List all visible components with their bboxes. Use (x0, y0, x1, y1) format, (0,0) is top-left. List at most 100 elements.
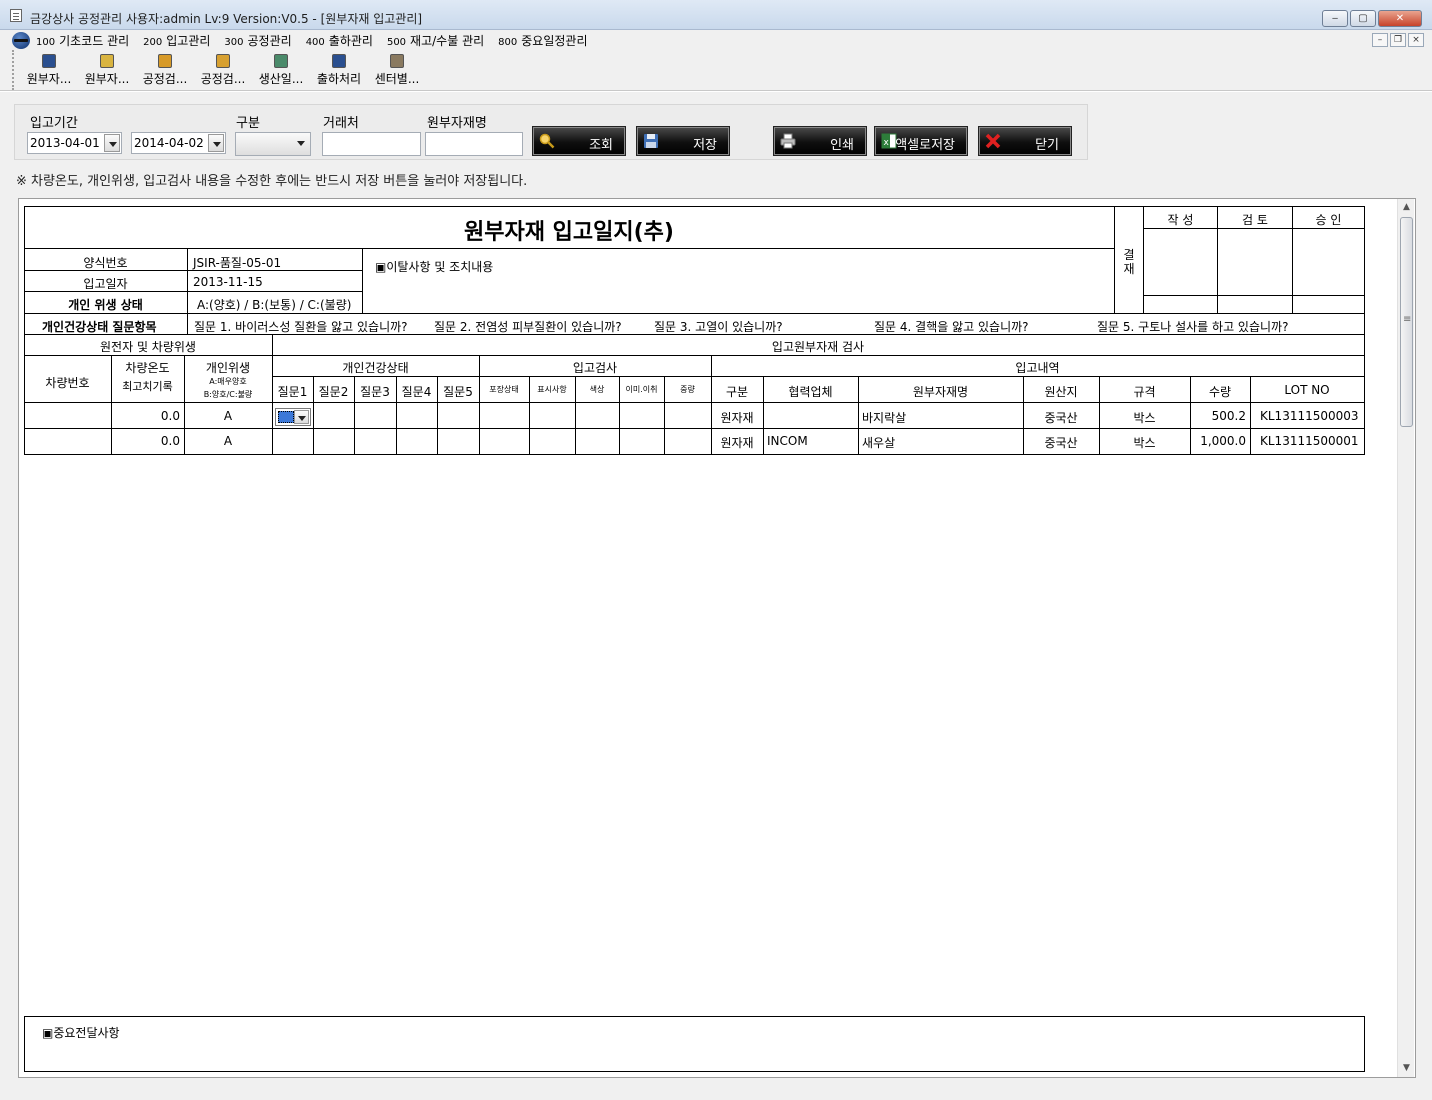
row1-material: 바지락살 (862, 411, 907, 425)
chevron-down-icon[interactable] (293, 134, 309, 152)
menu-code: 400 (305, 37, 325, 48)
row1-temp[interactable]: 0.0 (111, 409, 184, 423)
toolbar-label: 생산일... (258, 72, 304, 86)
important-notes-box[interactable] (24, 1016, 1365, 1072)
grid-line (1364, 206, 1365, 455)
search-icon (539, 133, 555, 149)
chevron-down-icon[interactable] (208, 134, 224, 152)
col-spec: 규격 (1133, 385, 1156, 399)
menu-label: 중요일정관리 (521, 34, 588, 48)
toolbar-process-check-2[interactable]: 공정검... (194, 50, 252, 88)
login-icon (42, 54, 56, 68)
col-origin: 원산지 (1044, 385, 1078, 399)
menu-basic-code[interactable]: 100 기초코드 관리 (36, 32, 129, 49)
toolbar-label: 공정검... (200, 72, 246, 86)
title-bar: 금강상사 공정관리 사용자:admin Lv:9 Version:V0.5 - … (0, 0, 1432, 30)
toolbar-by-center[interactable]: 센터별... (368, 50, 426, 88)
menu-process[interactable]: 300 공정관리 (224, 32, 291, 49)
date-to-value: 2014-04-02 (134, 136, 204, 150)
col-hygiene-3: B:양호/C:불량 (203, 390, 253, 399)
mdi-child-icon[interactable] (12, 32, 30, 49)
print-button-label: 인쇄 (830, 138, 854, 153)
vendor-input[interactable] (322, 132, 421, 156)
row1-type: 원자재 (720, 411, 754, 425)
category-select[interactable] (235, 132, 311, 156)
printer-icon (780, 133, 796, 149)
floppy-icon (644, 134, 658, 148)
row1-spec: 박스 (1133, 411, 1156, 425)
material-label: 원부자재명 (427, 116, 487, 131)
row2-hygiene[interactable]: A (184, 434, 272, 448)
menu-inventory[interactable]: 500 재고/수불 관리 (387, 32, 484, 49)
material-input[interactable] (425, 132, 523, 156)
svg-text:x: x (884, 138, 890, 148)
row2-material: 새우살 (862, 436, 896, 450)
date-to-picker[interactable]: 2014-04-02 (131, 132, 226, 154)
date-from-picker[interactable]: 2013-04-01 (27, 132, 122, 154)
menu-code: 300 (224, 37, 244, 48)
date-label: 입고일자 (83, 277, 128, 291)
grid-line (187, 248, 188, 314)
form-no-value: JSIR-품질-05-01 (193, 256, 282, 270)
row2-temp[interactable]: 0.0 (111, 434, 184, 448)
vertical-scrollbar[interactable]: ▲ ▼ (1397, 199, 1414, 1077)
close-window-button[interactable]: ✕ (1378, 10, 1422, 27)
report-title: 원부자재 입고일지(추) (464, 220, 674, 245)
mdi-minimize-button[interactable]: – (1372, 33, 1388, 47)
question-5: 질문 5. 구토나 설사를 하고 있습니까? (1097, 320, 1289, 334)
category-label: 구분 (236, 116, 260, 131)
toolbar-production-log[interactable]: 생산일... (252, 50, 310, 88)
date-from-value: 2013-04-01 (30, 136, 100, 150)
maximize-button[interactable]: ▢ (1350, 10, 1376, 27)
scroll-down-arrow-icon[interactable]: ▼ (1398, 1060, 1415, 1077)
col-q5: 질문5 (443, 385, 473, 399)
close-icon (985, 133, 1001, 149)
col-q1: 질문1 (277, 385, 308, 399)
row1-q1-dropdown[interactable] (275, 408, 311, 426)
mdi-close-button[interactable]: × (1408, 33, 1424, 47)
mdi-restore-button[interactable]: ❐ (1390, 33, 1406, 47)
col-labeling: 표시사항 (537, 385, 567, 394)
box-icon (158, 54, 172, 68)
save-button-label: 저장 (693, 138, 717, 153)
print-button[interactable]: 인쇄 (773, 126, 867, 156)
question-2: 질문 2. 전염성 피부질환이 있습니까? (434, 320, 622, 334)
toolbar: 원부자... 원부자... 공정검... 공정검... 생산일... 출하처리 … (12, 50, 428, 90)
important-notes-label: ▣중요전달사항 (42, 1026, 120, 1040)
scroll-thumb[interactable] (1400, 217, 1413, 427)
menu-incoming[interactable]: 200 입고관리 (143, 32, 210, 49)
toolbar-process-check-1[interactable]: 공정검... (136, 50, 194, 88)
menu-shipping[interactable]: 400 출하관리 (306, 32, 373, 49)
row2-lot: KL13111500001 (1260, 434, 1359, 448)
menu-schedule[interactable]: 800 중요일정관리 (498, 32, 587, 49)
chevron-down-icon[interactable] (294, 410, 309, 424)
row1-hygiene[interactable]: A (184, 409, 272, 423)
menu-label: 기초코드 관리 (59, 34, 130, 48)
close-button-label: 닫기 (1035, 138, 1059, 153)
scroll-up-arrow-icon[interactable]: ▲ (1398, 199, 1415, 216)
col-vehicle-no: 차량번호 (45, 376, 90, 390)
approval-label: 결재 (1120, 248, 1138, 276)
toolbar-shipping[interactable]: 출하처리 (310, 50, 368, 88)
layers-icon (390, 54, 404, 68)
search-button-label: 조회 (589, 138, 613, 153)
logout-icon (332, 54, 346, 68)
chevron-down-icon[interactable] (104, 134, 120, 152)
toolbar-incoming-materials-2[interactable]: 원부자... (78, 50, 136, 88)
col-foreign-odor: 이미.이취 (625, 385, 658, 394)
save-button[interactable]: 저장 (636, 126, 730, 156)
minimize-button[interactable]: ‒ (1322, 10, 1348, 27)
menu-code: 200 (143, 37, 163, 48)
document-icon (100, 54, 114, 68)
col-packaging: 포장상태 (489, 385, 519, 394)
toolbar-incoming-materials-1[interactable]: 원부자... (20, 50, 78, 88)
search-button[interactable]: 조회 (532, 126, 626, 156)
col-q3: 질문3 (360, 385, 390, 399)
col-hygiene-2: A:매우양호 (209, 377, 247, 386)
menu-label: 공정관리 (247, 34, 292, 48)
incoming-check-header: 입고검사 (572, 361, 618, 375)
inspection-header: 입고원부자재 검사 (771, 340, 865, 354)
col-lot: LOT NO (1284, 383, 1330, 397)
close-button[interactable]: 닫기 (978, 126, 1072, 156)
excel-export-button[interactable]: x 액셀로저장 (874, 126, 968, 156)
